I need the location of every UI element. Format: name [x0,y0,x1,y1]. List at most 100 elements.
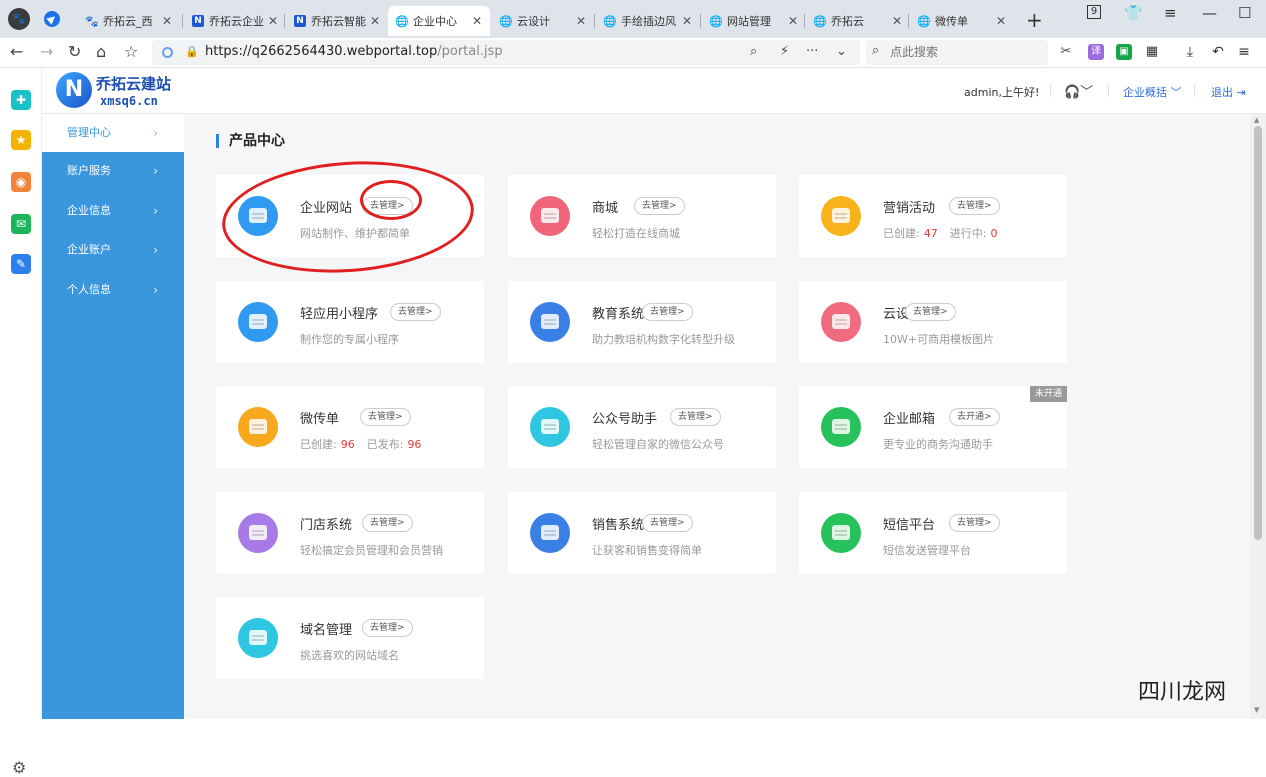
scroll-down-arrow[interactable]: ▼ [1254,706,1259,714]
lightning-icon[interactable]: ⚡ [780,44,789,59]
browser-logo-icon[interactable]: 🐾 [8,8,30,30]
more-dots-icon[interactable]: ··· [806,44,818,59]
manage-button[interactable]: 去管理> [949,514,1000,532]
browser-tab-label: 乔拓云 [831,15,864,28]
manage-button[interactable]: 去管理> [670,408,721,426]
manage-button[interactable]: 去管理> [642,514,693,532]
product-card[interactable]: 微传单 去管理> 已创建: 96 已发布: 96 [216,386,484,468]
restore-button[interactable]: ☐ [1238,4,1251,22]
product-card[interactable]: 轻应用小程序 去管理> 制作您的专属小程序 [216,281,484,363]
manage-button[interactable]: 去管理> [362,197,413,215]
browser-tab[interactable]: N 乔拓云企业 ✕ [184,6,286,36]
browser-menu-icon[interactable]: ≡ [1236,44,1252,60]
settings-gear-icon[interactable]: ⚙ [12,758,26,777]
section-title: 产品中心 [216,134,285,148]
scissors-icon[interactable]: ✂ [1058,44,1074,60]
product-card[interactable]: 公众号助手 去管理> 轻松管理自家的微信公众号 [508,386,776,468]
chevron-down-icon[interactable]: ⌄ [836,44,847,59]
enterprise-overview-link[interactable]: 企业概括 ﹀ [1123,84,1182,100]
manage-button[interactable]: 去管理> [362,514,413,532]
manage-button[interactable]: 去管理> [949,197,1000,215]
product-card[interactable]: 云设计 去管理> 10W+可商用模板图片 [799,281,1067,363]
browser-tab[interactable]: 🐾 乔拓云_西 ✕ [78,6,180,36]
menu-icon[interactable]: ≡ [1164,4,1177,22]
product-icon [238,407,278,447]
manage-button[interactable]: 去管理> [905,303,956,321]
browser-tab[interactable]: 🌐 手绘插边风 ✕ [596,6,700,36]
mail-icon[interactable]: ✉ [11,214,31,234]
browser-tab[interactable]: 🌐 微传单 ✕ [910,6,1014,36]
lock-icon[interactable]: 🔒 [185,45,199,58]
nav-item[interactable]: 个人信息 › [42,271,184,309]
brand-logo-icon[interactable]: N [56,72,92,108]
manage-button[interactable]: 去管理> [362,619,413,637]
product-card[interactable]: 教育系统 去管理> 助力教培机构数字化转型升级 [508,281,776,363]
headset-support-icon[interactable]: 🎧﹀ [1064,81,1093,100]
stat-number: 96 [407,438,422,451]
manage-button[interactable]: 去管理> [360,408,411,426]
manage-button[interactable]: 去管理> [634,197,685,215]
chevron-right-icon: › [153,126,158,140]
reload-icon[interactable]: ↻ [68,42,81,61]
product-card[interactable]: 营销活动 去管理> 已创建: 47 进行中: 0 [799,175,1067,257]
undo-icon[interactable]: ↶ [1210,44,1226,60]
nav-item[interactable]: 企业账户 › [42,231,184,269]
nav-item[interactable]: 管理中心 › [42,114,184,152]
browser-tab[interactable]: N 乔拓云智能 ✕ [286,6,388,36]
tab-count-icon[interactable]: 9 [1087,5,1101,19]
manage-button[interactable]: 去管理> [390,303,441,321]
browser-search-box[interactable]: ⌕ [866,40,1048,65]
manage-button[interactable]: 去管理> [642,303,693,321]
translate-extension-icon[interactable]: 译 [1088,44,1104,60]
bookmark-star-icon[interactable]: ☆ [124,42,138,61]
product-card[interactable]: 企业邮箱 去开通> 更专业的商务沟通助手 未开通 [799,386,1067,468]
nav-item[interactable]: 账户服务 › [42,152,184,190]
product-card[interactable]: 商城 去管理> 轻松打造在线商城 [508,175,776,257]
product-card[interactable]: 域名管理 去管理> 挑选喜欢的网站域名 [216,597,484,679]
shirt-icon[interactable]: 👕 [1124,4,1143,22]
apps-grid-icon[interactable]: ▦ [1144,44,1160,60]
scroll-up-arrow[interactable]: ▲ [1254,116,1259,124]
product-card[interactable]: 企业网站 去管理> 网站制作、维护都简单 [216,175,484,257]
new-tab-button[interactable]: + [1026,8,1043,32]
forward-arrow-icon[interactable]: → [40,42,53,61]
browser-tab[interactable]: 🌐 网站管理 ✕ [702,6,806,36]
plus-app-icon[interactable]: ✚ [11,90,31,110]
browser-tab[interactable]: 🌐 云设计 ✕ [492,6,594,36]
nav-item[interactable]: 企业信息 › [42,192,184,230]
browser-tab[interactable]: 🌐 企业中心 ✕ [388,6,490,36]
browser-tab[interactable]: 🌐 乔拓云 ✕ [806,6,910,36]
logout-link[interactable]: 退出 ⇥ [1211,84,1246,100]
notes-icon[interactable]: ✎ [11,254,31,274]
close-tab-icon[interactable]: ✕ [788,14,798,28]
close-tab-icon[interactable]: ✕ [370,14,380,28]
green-extension-icon[interactable]: ▣ [1116,44,1132,60]
home-icon[interactable]: ⌂ [96,42,106,61]
browser-search-input[interactable] [890,43,1040,61]
close-tab-icon[interactable]: ✕ [996,14,1006,28]
close-tab-icon[interactable]: ✕ [472,14,482,28]
close-tab-icon[interactable]: ✕ [682,14,692,28]
weibo-icon[interactable]: ◉ [11,172,31,192]
product-icon [530,196,570,236]
back-arrow-icon[interactable]: ← [10,42,23,61]
product-card[interactable]: 销售系统 去管理> 让获客和销售变得简单 [508,492,776,574]
minimize-button[interactable]: — [1202,4,1217,22]
close-tab-icon[interactable]: ✕ [162,14,172,28]
tab-separator [594,14,595,28]
scroll-thumb[interactable] [1254,126,1262,540]
close-tab-icon[interactable]: ✕ [576,14,586,28]
content-scrollbar[interactable]: ▲ ▼ [1250,114,1266,719]
manage-button[interactable]: 去开通> [949,408,1000,426]
product-description: 网站制作、维护都简单 [300,227,410,240]
download-icon[interactable]: ⤓ [1182,44,1198,60]
chevron-right-icon: › [153,243,158,257]
url-input[interactable]: 🔒 https://q2662564430.webportal.top/port… [152,40,860,65]
pinned-tab-icon[interactable] [44,11,60,27]
product-card[interactable]: 短信平台 去管理> 短信发送管理平台 [799,492,1067,574]
close-tab-icon[interactable]: ✕ [268,14,278,28]
close-tab-icon[interactable]: ✕ [892,14,902,28]
zoom-icon[interactable]: ⌕ [750,44,757,59]
favorites-star-icon[interactable]: ★ [11,130,31,150]
product-card[interactable]: 门店系统 去管理> 轻松搞定会员管理和会员营销 [216,492,484,574]
